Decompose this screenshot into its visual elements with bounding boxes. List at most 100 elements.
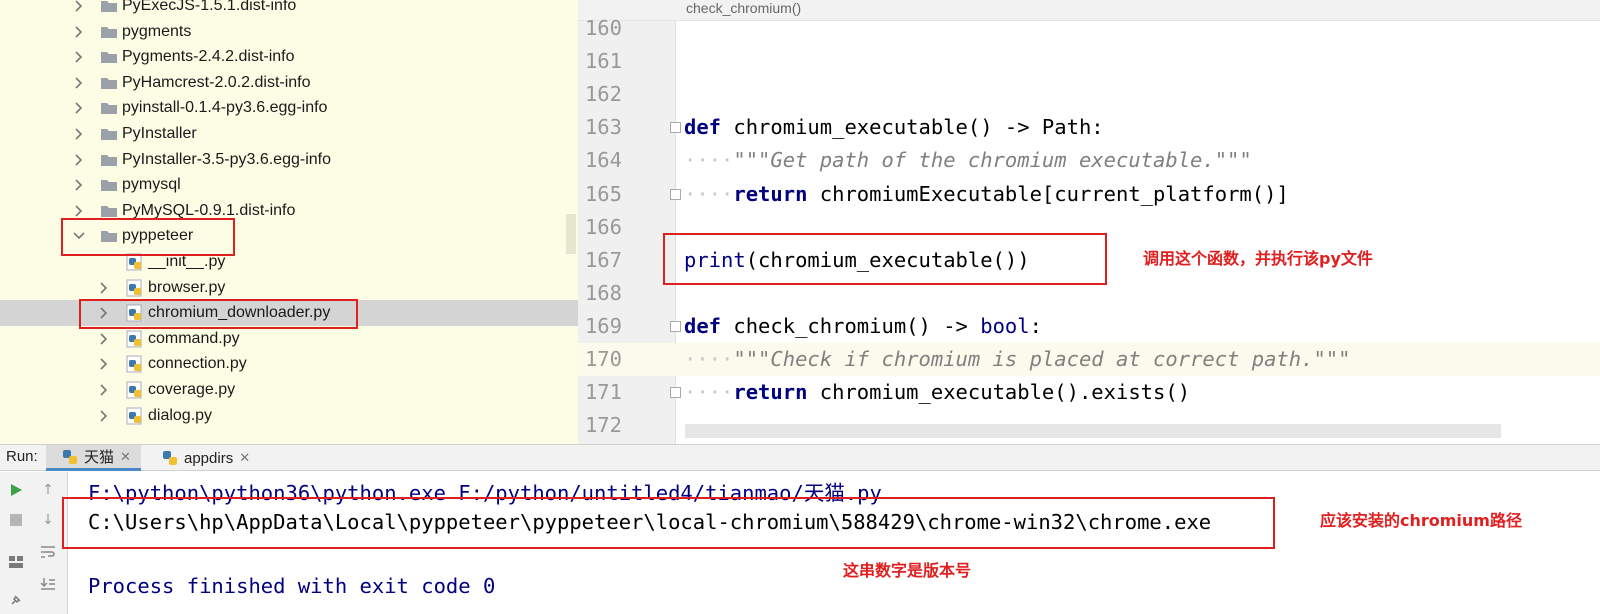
fold-marker-icon[interactable] <box>670 387 681 399</box>
tree-item[interactable]: browser.py <box>0 275 578 301</box>
folder-icon <box>100 99 118 117</box>
chevron-right-icon[interactable] <box>97 409 111 423</box>
chevron-right-icon[interactable] <box>97 332 111 346</box>
chevron-right-icon[interactable] <box>72 127 86 141</box>
python-file-icon <box>126 407 144 425</box>
tree-item[interactable]: dialog.py <box>0 403 578 429</box>
close-icon[interactable]: ✕ <box>120 449 131 465</box>
annotation-box-pyppeteer <box>61 218 235 256</box>
tree-item[interactable]: PyInstaller <box>0 121 578 147</box>
code-line[interactable]: 163 def chromium_executable() -> Path: <box>578 111 1600 144</box>
run-label: Run: <box>6 448 38 465</box>
code-token: ···· <box>684 148 734 173</box>
tree-item[interactable]: pymysql <box>0 172 578 198</box>
code-text: def check_chromium() -> bool: <box>684 310 1042 343</box>
chevron-right-icon[interactable] <box>72 50 86 64</box>
code-line[interactable]: 160 <box>578 12 1600 45</box>
folder-icon <box>100 48 118 66</box>
soft-wrap-icon[interactable] <box>38 542 58 562</box>
code-editor[interactable]: check_chromium() 160 161 162 163 def chromiu… <box>578 0 1600 444</box>
chevron-right-icon[interactable] <box>72 204 86 218</box>
code-text: ····return chromium_executable().exists(… <box>684 376 1190 409</box>
up-arrow-icon[interactable]: ↑ <box>38 480 58 500</box>
tree-scrollbar[interactable] <box>566 214 576 254</box>
line-number: 171 <box>584 380 622 405</box>
python-file-icon <box>126 355 144 373</box>
tree-item-label: Pygments-2.4.2.dist-info <box>122 48 295 66</box>
rerun-icon[interactable] <box>6 480 26 500</box>
tree-item-label: command.py <box>148 329 240 347</box>
layout-icon[interactable] <box>6 552 26 572</box>
line-number: 166 <box>584 214 622 239</box>
python-file-icon <box>126 381 144 399</box>
tree-item-label: pygments <box>122 22 192 40</box>
python-file-icon <box>126 330 144 348</box>
fold-marker-icon[interactable] <box>670 320 681 332</box>
folder-icon <box>100 151 118 169</box>
down-arrow-icon[interactable]: ↓ <box>38 510 58 530</box>
tree-item[interactable]: PyExecJS-1.5.1.dist-info <box>0 0 578 19</box>
chevron-right-icon[interactable] <box>97 357 111 371</box>
code-line[interactable]: 162 <box>578 78 1600 111</box>
annotation-version-note: 这串数字是版本号 <box>843 561 972 580</box>
scroll-to-end-icon[interactable] <box>38 574 58 594</box>
code-line[interactable]: 171 ····return chromium_executable().exis… <box>578 376 1600 409</box>
folder-icon <box>100 0 118 15</box>
python-icon <box>163 451 177 465</box>
chevron-right-icon[interactable] <box>72 101 86 115</box>
code-token: -> <box>943 313 968 338</box>
run-tab-tianmao[interactable]: 天猫 ✕ <box>46 445 141 471</box>
code-line[interactable]: 169 def check_chromium() -> bool: <box>578 310 1600 343</box>
tree-item-label: coverage.py <box>148 381 236 398</box>
folder-icon <box>100 74 118 92</box>
code-token: """Check if chromium is placed at correc… <box>733 347 1351 371</box>
chevron-right-icon[interactable] <box>72 153 86 167</box>
annotation-box-print-call <box>663 233 1107 285</box>
chevron-right-icon[interactable] <box>72 25 86 39</box>
chevron-right-icon[interactable] <box>72 76 86 90</box>
chevron-right-icon[interactable] <box>72 178 86 192</box>
code-line[interactable]: 170 ····"""Check if chromium is placed at… <box>578 343 1600 376</box>
tree-item[interactable]: PyHamcrest-2.0.2.dist-info <box>0 70 578 96</box>
line-number: 163 <box>584 115 622 140</box>
code-line[interactable]: 164 ····"""Get path of the chromium execu… <box>578 144 1600 177</box>
code-text: ····return chromiumExecutable[current_pl… <box>684 178 1289 211</box>
close-icon[interactable]: ✕ <box>239 450 250 466</box>
tree-item[interactable]: connection.py <box>0 351 578 377</box>
python-file-icon <box>126 279 144 297</box>
line-number: 168 <box>584 280 622 305</box>
fold-marker-icon[interactable] <box>670 122 681 134</box>
line-number: 160 <box>584 16 622 40</box>
run-tab-label: 天猫 <box>84 449 115 466</box>
chevron-right-icon[interactable] <box>97 383 111 397</box>
tree-item[interactable]: command.py <box>0 326 578 352</box>
line-number: 167 <box>584 247 622 272</box>
code-line[interactable]: 165 ····return chromiumExecutable[current… <box>578 178 1600 211</box>
tree-item[interactable]: coverage.py <box>0 377 578 403</box>
annotation-call-note: 调用这个函数，并执行该py文件 <box>1143 249 1373 268</box>
fold-marker-icon[interactable] <box>670 188 681 200</box>
code-token: Path: <box>1029 115 1104 140</box>
line-number: 172 <box>584 413 622 438</box>
line-number: 169 <box>584 313 622 338</box>
code-token: ···· <box>684 347 734 371</box>
code-token: bool <box>980 313 1030 338</box>
run-tab-appdirs[interactable]: appdirs ✕ <box>146 445 260 471</box>
editor-horizontal-scrollbar[interactable] <box>685 424 1501 438</box>
tree-item[interactable]: PyInstaller-3.5-py3.6.egg-info <box>0 147 578 173</box>
code-line[interactable]: 161 <box>578 45 1600 78</box>
chevron-right-icon[interactable] <box>97 281 111 295</box>
pin-icon[interactable] <box>6 590 26 610</box>
tree-item[interactable]: pygments <box>0 19 578 45</box>
tree-item[interactable]: Pygments-2.4.2.dist-info <box>0 44 578 70</box>
stop-icon[interactable] <box>6 510 26 530</box>
tree-item-label: dialog.py <box>148 406 213 424</box>
run-toolbar: ↑ ↓ <box>0 472 68 614</box>
chevron-right-icon[interactable] <box>72 0 86 13</box>
folder-icon <box>100 23 118 41</box>
code-token: return <box>733 181 808 206</box>
annotation-box-chromium-downloader <box>79 299 358 329</box>
tree-item[interactable]: pyinstall-0.1.4-py3.6.egg-info <box>0 95 578 121</box>
code-token: chromium_executable().exists() <box>807 380 1191 405</box>
